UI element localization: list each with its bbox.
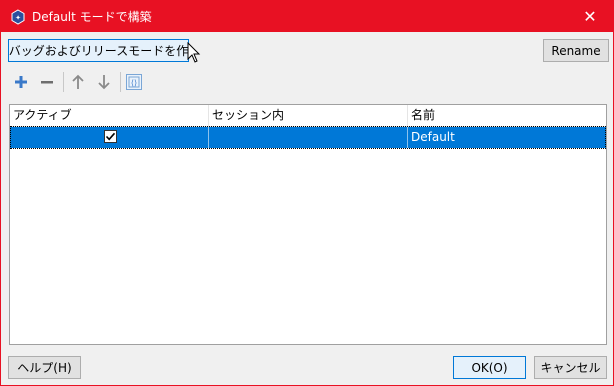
move-down-icon[interactable] [95, 73, 113, 91]
table-header: アクティブ セッション内 名前 [10, 105, 606, 127]
active-checkbox[interactable] [104, 130, 117, 143]
close-button[interactable]: ✕ [567, 1, 613, 32]
in-session-cell[interactable] [209, 127, 408, 148]
column-header-name[interactable]: 名前 [408, 105, 606, 126]
move-up-icon[interactable] [69, 73, 87, 91]
dialog-window: ✦ Default モードで構築 ✕ デバッグおよびリリースモードを作成 Ren… [0, 0, 614, 386]
close-icon: ✕ [583, 7, 597, 26]
help-button[interactable]: ヘルプ(H) [8, 356, 81, 379]
help-label: ヘルプ(H) [17, 361, 72, 375]
remove-icon[interactable] [38, 73, 56, 91]
mouse-pointer-icon [187, 41, 201, 64]
create-debug-release-label: デバッグおよびリリースモードを作成 [8, 44, 189, 58]
svg-text:⟨⟩: ⟨⟩ [131, 79, 137, 88]
active-cell[interactable] [10, 127, 209, 148]
rename-button[interactable]: Rename [543, 39, 609, 62]
app-icon: ✦ [10, 9, 26, 25]
svg-text:✦: ✦ [15, 14, 21, 22]
table-row[interactable]: Default [10, 127, 606, 148]
name-cell[interactable]: Default [408, 127, 606, 148]
column-header-active[interactable]: アクティブ [10, 105, 209, 126]
cancel-label: キャンセル [540, 361, 601, 375]
toolbar-separator [120, 72, 121, 92]
add-icon[interactable] [12, 73, 30, 91]
edit-icon[interactable]: ⟨⟩ [125, 73, 143, 91]
rename-label: Rename [551, 43, 601, 58]
ok-button[interactable]: OK(O) [453, 356, 526, 379]
window-title: Default モードで構築 [32, 10, 152, 24]
create-debug-release-button[interactable]: デバッグおよびリリースモードを作成 [8, 39, 189, 62]
toolbar-separator [63, 72, 64, 92]
cancel-button[interactable]: キャンセル [534, 356, 607, 379]
ok-label: OK(O) [471, 360, 508, 375]
title-bar[interactable]: ✦ Default モードで構築 ✕ [1, 1, 613, 32]
mode-table: アクティブ セッション内 名前 Default [9, 104, 607, 345]
column-header-in-session[interactable]: セッション内 [209, 105, 408, 126]
